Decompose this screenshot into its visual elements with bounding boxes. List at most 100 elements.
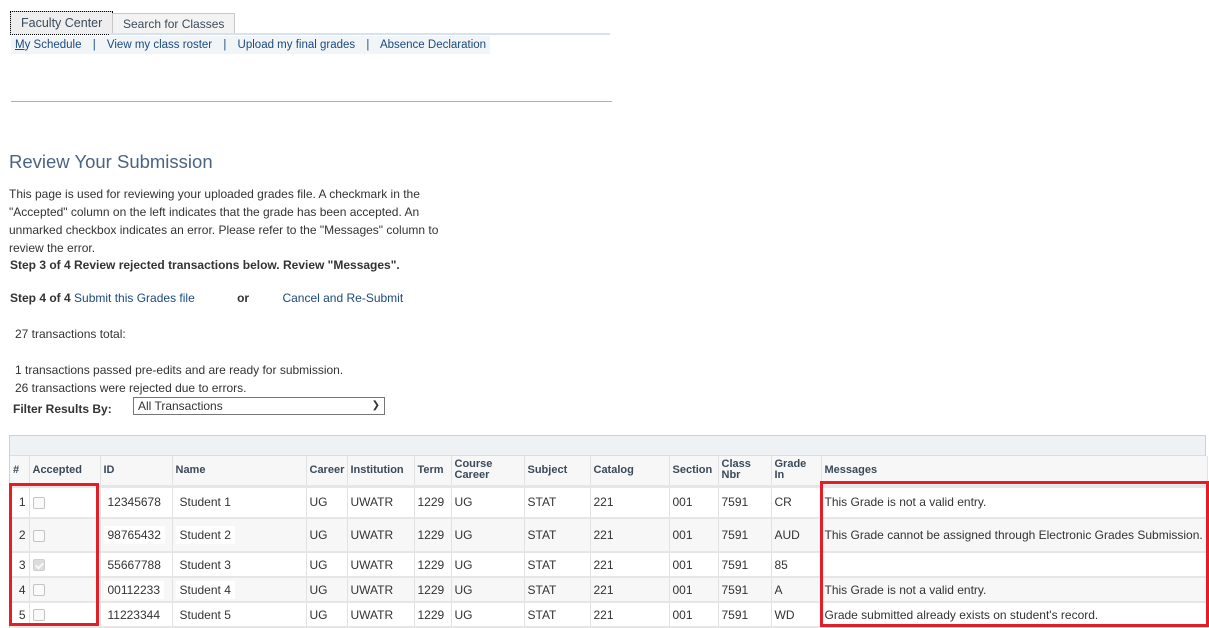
student-name: Student 1 [175, 493, 235, 512]
accepted-checkbox[interactable] [32, 584, 45, 597]
student-id: 00112233 [103, 580, 164, 599]
col-header-accepted: Accepted [29, 456, 101, 488]
col-header-catalog: Catalog [590, 456, 670, 488]
cell-num: 2 [10, 518, 30, 553]
student-name: Student 5 [175, 605, 235, 624]
tab-underline [110, 33, 610, 35]
cell-catalog: 221 [590, 486, 670, 519]
col-header-messages: Messages [821, 456, 1208, 488]
col-header-name: Name [172, 456, 307, 488]
cell-term: 1229 [414, 552, 452, 578]
student-name: Student 2 [175, 526, 235, 544]
cell-term: 1229 [414, 486, 452, 519]
cell-subject: STAT [524, 577, 591, 603]
tab-search-for-classes[interactable]: Search for Classes [112, 13, 236, 35]
cell-grade-in: CR [771, 486, 822, 519]
cell-message [821, 552, 1208, 578]
cell-grade-in: WD [771, 602, 822, 628]
transactions-passed: 1 transactions passed pre-edits and are … [15, 363, 344, 377]
cell-career: UG [306, 552, 348, 578]
cell-message: This Grade cannot be assigned through El… [821, 518, 1208, 553]
col-header-course-career: Course Career [451, 456, 525, 488]
nav-absence-declaration[interactable]: Absence Declaration [380, 39, 486, 51]
student-id: 12345678 [103, 493, 165, 512]
tab-faculty-center[interactable]: Faculty Center [10, 11, 114, 35]
page-description: This page is used for reviewing your upl… [9, 187, 439, 255]
student-name: Student 3 [175, 555, 235, 574]
cell-class-nbr: 7591 [718, 518, 772, 553]
cell-section: 001 [669, 552, 719, 578]
cell-name: Student 1 [172, 486, 307, 519]
cell-career: UG [306, 577, 348, 603]
nav-separator: | [92, 39, 96, 51]
cell-id: 00112233 [100, 577, 173, 603]
cell-section: 001 [669, 602, 719, 628]
table-row: 2 98765432 Student 2 UG UWATR 1229 UG STAT 221 00… [10, 518, 1208, 553]
cell-accepted [29, 552, 101, 578]
step-4-label: Step 4 of 4 [10, 291, 71, 305]
cell-message: This Grade is not a valid entry. [821, 486, 1208, 519]
col-header-subject: Subject [524, 456, 591, 488]
cell-name: Student 4 [172, 577, 307, 603]
student-id: 98765432 [103, 526, 165, 544]
nav-upload-final-grades[interactable]: Upload my final grades [238, 39, 356, 51]
cell-term: 1229 [414, 602, 452, 628]
cell-class-nbr: 7591 [718, 577, 772, 603]
cell-accepted [29, 602, 101, 628]
cell-subject: STAT [524, 518, 591, 553]
nav-my-schedule-rest: y Schedule [24, 39, 82, 51]
cell-message: Grade submitted already exists on studen… [821, 602, 1208, 628]
cell-grade-in: AUD [771, 518, 822, 553]
filter-label: Filter Results By: [13, 402, 112, 416]
cell-term: 1229 [414, 518, 452, 553]
table-row: 1 12345678 Student 1 UG UWATR 1229 UG STAT 221 00… [10, 486, 1208, 519]
cell-institution: UWATR [347, 577, 415, 603]
step-3-instructions: Step 3 of 4 Review rejected transactions… [10, 258, 400, 272]
nav-separator: | [366, 39, 370, 51]
cell-catalog: 221 [590, 577, 670, 603]
submit-grades-link[interactable]: Submit this Grades file [74, 291, 195, 305]
cell-career: UG [306, 518, 348, 553]
accepted-checkbox[interactable] [32, 609, 45, 622]
nav-my-schedule[interactable]: My Schedule [15, 39, 82, 51]
cell-catalog: 221 [590, 602, 670, 628]
filter-results-select[interactable]: All Transactions ❯ [133, 397, 385, 415]
cell-course-career: UG [451, 486, 525, 519]
cell-accepted [29, 486, 101, 519]
grid-header-band [10, 436, 1205, 456]
table-row: 5 11223344 Student 5 UG UWATR 1229 UG STAT 221 00… [10, 602, 1208, 628]
col-header-institution: Institution [347, 456, 415, 488]
col-header-section: Section [669, 456, 719, 488]
cell-section: 001 [669, 486, 719, 519]
cell-num: 5 [10, 602, 30, 628]
accepted-checkbox-checked[interactable] [32, 559, 45, 572]
col-header-term: Term [414, 456, 452, 488]
cell-class-nbr: 7591 [718, 552, 772, 578]
cell-grade-in: A [771, 577, 822, 603]
col-header-num: # [10, 456, 30, 488]
table-row: 4 00112233 Student 4 UG UWATR 1229 UG STAT 221 00… [10, 577, 1208, 603]
col-header-career: Career [306, 456, 348, 488]
nav-separator: | [223, 39, 227, 51]
cell-course-career: UG [451, 602, 525, 628]
cell-grade-in: 85 [771, 552, 822, 578]
sub-navigation: My Schedule | View my class roster | Upl… [11, 36, 491, 54]
transactions-total: 27 transactions total: [15, 327, 126, 341]
cancel-resubmit-link[interactable]: Cancel and Re-Submit [282, 291, 403, 305]
accepted-checkbox[interactable] [32, 497, 45, 510]
cell-catalog: 221 [590, 552, 670, 578]
cell-catalog: 221 [590, 518, 670, 553]
cell-course-career: UG [451, 552, 525, 578]
cell-num: 4 [10, 577, 30, 603]
student-name: Student 4 [175, 580, 235, 599]
cell-institution: UWATR [347, 552, 415, 578]
cell-accepted [29, 518, 101, 553]
nav-view-class-roster[interactable]: View my class roster [107, 39, 212, 51]
cell-section: 001 [669, 518, 719, 553]
transactions-rejected: 26 transactions were rejected due to err… [15, 381, 247, 395]
cell-class-nbr: 7591 [718, 602, 772, 628]
cell-course-career: UG [451, 577, 525, 603]
divider [11, 101, 612, 102]
cell-id: 11223344 [100, 602, 173, 628]
accepted-checkbox[interactable] [32, 529, 45, 542]
